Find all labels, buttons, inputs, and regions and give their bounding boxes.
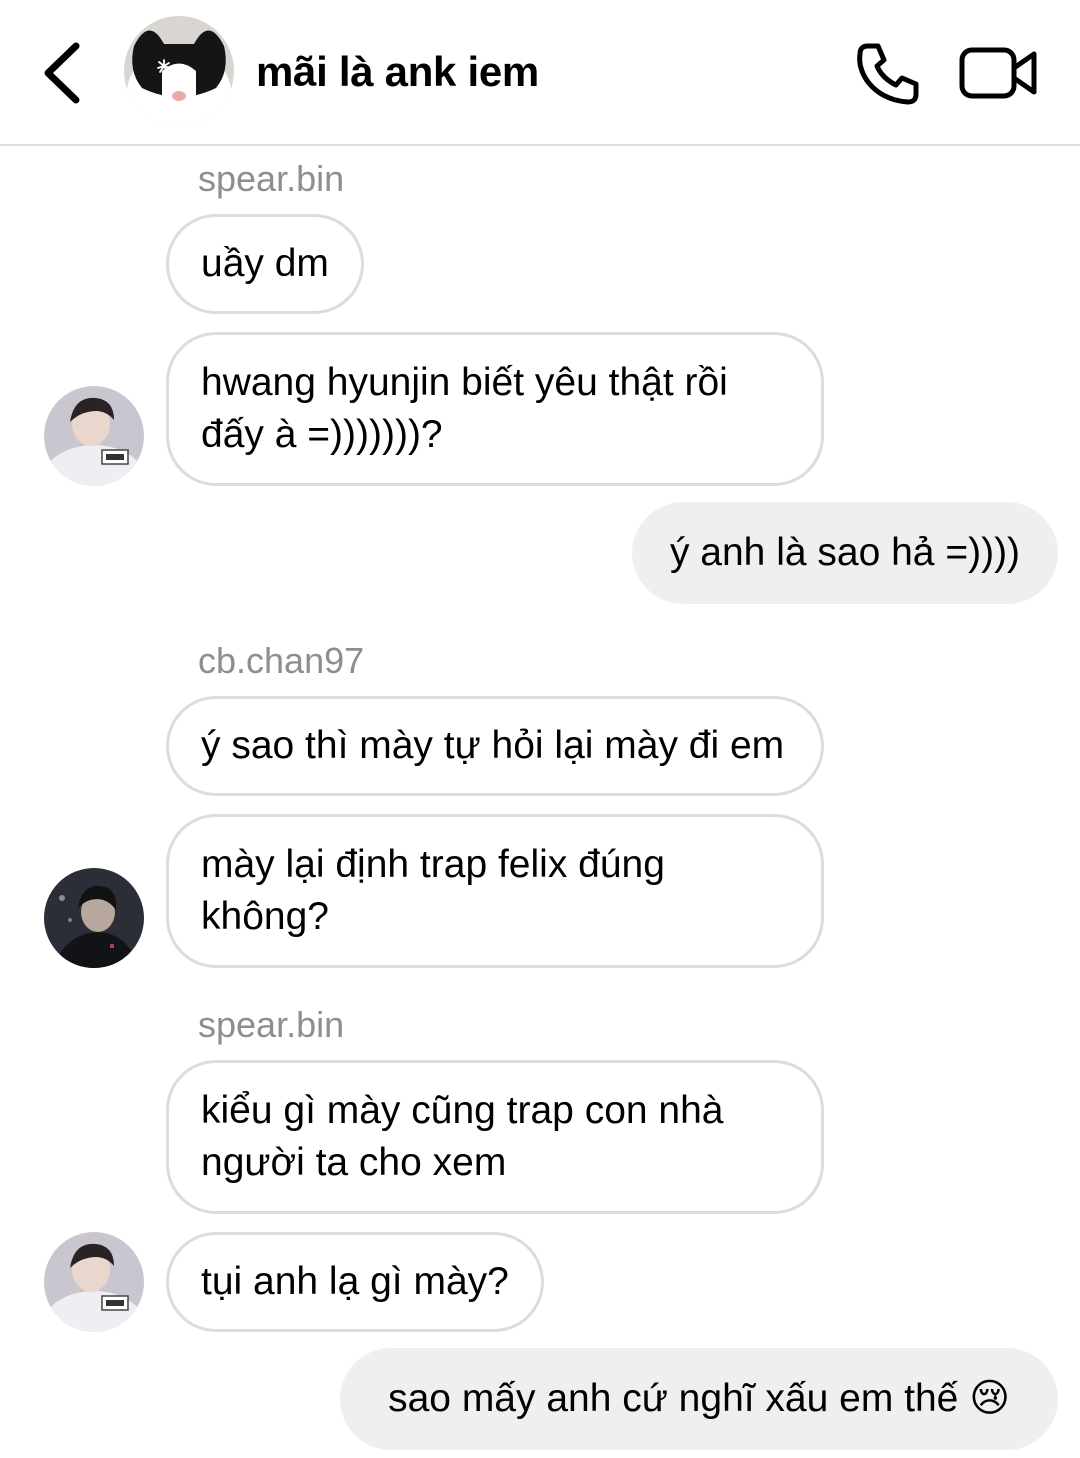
profile-photo	[44, 1232, 144, 1332]
cat-photo	[124, 16, 234, 126]
profile-photo	[44, 868, 144, 968]
chat-header: mãi là ank iem	[0, 0, 1080, 146]
chevron-left-icon	[44, 42, 80, 104]
chat-title: mãi là ank iem	[256, 48, 539, 95]
message-bubble[interactable]: uầy dm	[166, 214, 364, 314]
message-text: ý sao thì mày tự hỏi lại mày đi em	[201, 724, 785, 767]
avatar[interactable]	[44, 386, 144, 486]
message-bubble-outgoing[interactable]: ý anh là sao hả =))))	[632, 502, 1058, 604]
message-bubble[interactable]: hwang hyunjin biết yêu thật rồi đấy à =)…	[166, 332, 824, 486]
message-text: mày lại định trap felix đúng không?	[201, 843, 665, 938]
sender-name: spear.bin	[198, 1004, 345, 1045]
sender-name: spear.bin	[198, 158, 345, 199]
message-bubble-outgoing[interactable]: sao mấy anh cứ nghĩ xấu em thế 😢	[340, 1348, 1058, 1450]
group-avatar[interactable]	[124, 16, 234, 126]
message-text: uầy dm	[201, 242, 329, 285]
profile-photo	[44, 386, 144, 486]
avatar[interactable]	[44, 1232, 144, 1332]
back-button[interactable]	[38, 40, 94, 106]
call-button[interactable]	[852, 38, 924, 110]
avatar[interactable]	[44, 868, 144, 968]
message-text: kiểu gì mày cũng trap con nhà người ta c…	[201, 1089, 724, 1184]
message-bubble[interactable]: ý sao thì mày tự hỏi lại mày đi em	[166, 696, 824, 796]
message-text: tụi anh lạ gì mày?	[201, 1260, 509, 1303]
video-camera-icon	[959, 47, 1037, 99]
sender-name: cb.chan97	[198, 640, 365, 681]
message-text: ý anh là sao hả =))))	[669, 531, 1021, 574]
message-text: hwang hyunjin biết yêu thật rồi đấy à =)…	[201, 361, 728, 456]
message-bubble[interactable]: tụi anh lạ gì mày?	[166, 1232, 544, 1332]
message-bubble[interactable]: kiểu gì mày cũng trap con nhà người ta c…	[166, 1060, 824, 1214]
message-bubble[interactable]: mày lại định trap felix đúng không?	[166, 814, 824, 968]
video-call-button[interactable]	[958, 40, 1040, 106]
phone-icon	[857, 43, 919, 105]
message-text: sao mấy anh cứ nghĩ xấu em thế 😢	[388, 1377, 1010, 1420]
